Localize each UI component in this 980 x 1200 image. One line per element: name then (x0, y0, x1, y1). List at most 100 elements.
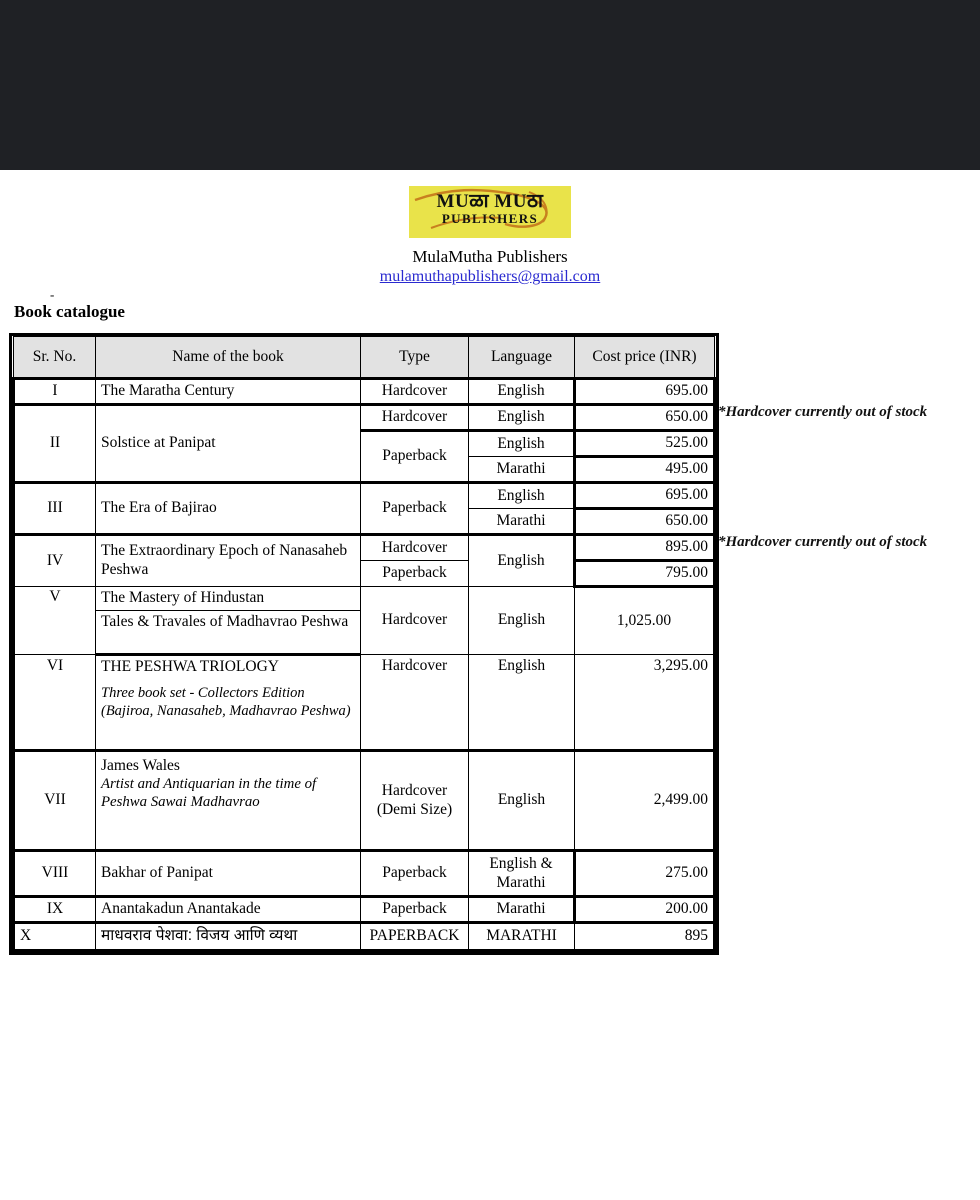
cell-language: English (468, 403, 575, 432)
out-of-stock-note-1: *Hardcover currently out of stock (718, 404, 928, 421)
book-catalogue-table: Sr. No. Name of the book Type Language C… (9, 333, 719, 956)
cell-book-name: Solstice at Panipat (95, 403, 361, 484)
cell-book-name: Bakhar of Panipat (95, 849, 361, 899)
top-dark-bar (0, 0, 980, 170)
cell-cost: 650.00 (573, 507, 716, 537)
language-line-2: Marathi (496, 873, 546, 891)
letterhead: MUळा MUठा PUBLISHERS MulaMutha Publisher… (0, 170, 980, 287)
cell-type: PAPERBACK (360, 922, 469, 953)
page-title: Book catalogue (14, 302, 125, 322)
col-header-language: Language (468, 336, 575, 380)
cell-language: English (468, 377, 575, 407)
cell-language: English (468, 749, 575, 852)
cell-language: MARATHI (468, 922, 575, 953)
cell-type: Paperback (360, 560, 469, 588)
cell-type: Hardcover (360, 403, 469, 432)
type-line-1: Hardcover (381, 781, 448, 799)
cell-book-name: The Era of Bajirao (95, 481, 361, 536)
cell-type: Paperback (360, 481, 469, 536)
header-row: Sr. No. Name of the book Type Language C… (13, 336, 715, 380)
cell-sr-no: V (12, 586, 96, 656)
cell-language: Marathi (468, 896, 575, 925)
logo-line-1: MUळा MUठा (436, 191, 544, 212)
table-row[interactable]: VII James Wales Artist and Antiquarian i… (12, 749, 716, 852)
table-row[interactable]: VIII Bakhar of Panipat Paperback English… (12, 849, 716, 899)
cell-cost: 895 (574, 921, 716, 953)
cell-type: Hardcover (360, 654, 469, 752)
cell-cost: 525.00 (573, 429, 716, 459)
cell-cost: 200.00 (573, 895, 716, 925)
publisher-logo: MUळा MUठा PUBLISHERS (409, 186, 571, 238)
cell-book-name: माधवराव पेशवा: विजय आणि व्यथा (95, 922, 361, 953)
cell-cost: 275.00 (573, 849, 716, 899)
table-row[interactable]: IV The Extraordinary Epoch of Nanasaheb … (12, 533, 716, 588)
cell-language: English (468, 481, 575, 510)
cell-book-name: THE PESHWA TRIOLOGY Three book set - Col… (95, 654, 361, 752)
cell-cost: 695.00 (573, 481, 716, 511)
cell-sr-no: I (12, 377, 96, 407)
cell-type: Paperback (360, 849, 469, 899)
cell-language: English (468, 654, 575, 752)
table-row[interactable]: VI THE PESHWA TRIOLOGY Three book set - … (12, 654, 716, 752)
cell-type: Paperback (360, 429, 469, 484)
table-row[interactable]: III The Era of Bajirao Paperback English… (12, 481, 716, 536)
out-of-stock-note-2: *Hardcover currently out of stock (718, 534, 928, 551)
cell-type: Hardcover (360, 586, 469, 656)
language-line-1: English & (489, 854, 553, 872)
table-container: Sr. No. Name of the book Type Language C… (0, 333, 980, 956)
cell-type: Hardcover (Demi Size) (360, 749, 469, 852)
cell-language: Marathi (468, 456, 575, 485)
document-page: MUळा MUठा PUBLISHERS MulaMutha Publisher… (0, 170, 980, 956)
cell-sr-no: VII (12, 749, 96, 852)
cell-cost: 1,025.00 (574, 586, 716, 656)
cell-cost: 695.00 (573, 377, 716, 407)
col-header-sr-no: Sr. No. (13, 336, 96, 380)
cell-type: Hardcover (360, 533, 469, 562)
publisher-email-link[interactable]: mulamuthapublishers@gmail.com (380, 267, 600, 287)
cell-book-name: James Wales Artist and Antiquarian in th… (95, 749, 361, 852)
cell-book-name: Anantakadun Anantakade (95, 896, 361, 925)
cell-cost: 795.00 (573, 560, 716, 589)
table-header: Sr. No. Name of the book Type Language C… (13, 336, 715, 380)
cell-cost: 2,499.00 (574, 749, 716, 852)
table-row[interactable]: I The Maratha Century Hardcover English … (12, 377, 716, 407)
cell-book-name: The Extraordinary Epoch of Nanasaheb Pes… (95, 533, 361, 588)
cell-cost: 495.00 (573, 455, 716, 485)
table-row[interactable]: II Solstice at Panipat Hardcover English… (12, 403, 716, 484)
publisher-name: MulaMutha Publishers (412, 247, 568, 266)
cell-language: Marathi (468, 508, 575, 537)
col-header-cost: Cost price (INR) (574, 336, 715, 380)
cell-type: Hardcover (360, 377, 469, 407)
cell-cost: 895.00 (573, 533, 716, 563)
dash-mark: - (50, 287, 55, 303)
cell-language: English (468, 586, 575, 656)
cell-sr-no: IX (12, 896, 96, 925)
cell-language: English (468, 533, 575, 588)
book-title: THE PESHWA TRIOLOGY (101, 658, 279, 676)
cell-sr-no: IV (12, 533, 96, 588)
book-title: James Wales (101, 757, 180, 775)
table-row[interactable]: IX Anantakadun Anantakade Paperback Mara… (12, 895, 716, 925)
cell-sr-no: III (12, 481, 96, 536)
cell-book-name: The Maratha Century (95, 377, 361, 407)
col-header-type: Type (360, 336, 469, 380)
cell-book-name-line-2: Tales & Travales of Madhavrao Peshwa (95, 610, 361, 657)
cell-language: English (468, 429, 575, 458)
book-subtitle: Artist and Antiquarian in the time of Pe… (101, 776, 317, 810)
col-header-name: Name of the book (95, 336, 361, 380)
cell-language: English & Marathi (468, 849, 575, 899)
book-subtitle: Three book set - Collectors Edition (Baj… (101, 685, 351, 720)
cell-sr-no: X (12, 922, 96, 953)
cell-book-name-line-1: The Mastery of Hindustan (95, 586, 361, 612)
table-row[interactable]: X माधवराव पेशवा: विजय आणि व्यथा PAPERBAC… (12, 921, 716, 953)
type-line-2: (Demi Size) (376, 800, 453, 818)
logo-line-2: PUBLISHERS (441, 210, 539, 226)
cell-type: Paperback (360, 896, 469, 925)
cell-cost: 650.00 (573, 403, 716, 433)
cell-sr-no: VIII (12, 849, 96, 899)
cell-sr-no: II (12, 403, 96, 484)
cell-sr-no: VI (12, 654, 96, 752)
table-row[interactable]: V The Mastery of Hindustan Hardcover Eng… (12, 586, 716, 656)
table-body: I The Maratha Century Hardcover English … (12, 377, 716, 953)
cell-cost: 3,295.00 (574, 654, 716, 752)
